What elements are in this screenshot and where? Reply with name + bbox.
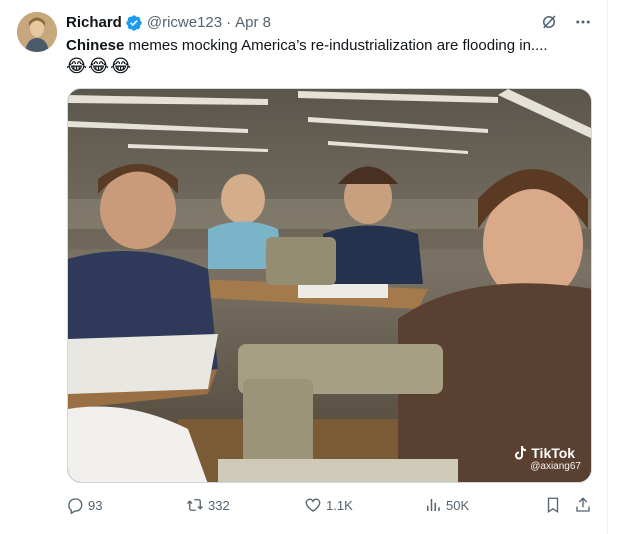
tweet-text-bold[interactable]: Chinese (66, 37, 124, 54)
views-button[interactable]: 50K (424, 496, 469, 514)
share-icon (574, 496, 592, 514)
tweet-text: Chinese memes mocking America’s re-indus… (66, 36, 596, 56)
reply-icon (66, 496, 84, 514)
share-button[interactable] (574, 496, 592, 514)
tiktok-user: @axiang67 (530, 461, 581, 472)
tweet-emojis: 😂😂😂 (66, 56, 133, 76)
like-count: 1.1K (326, 497, 353, 513)
reply-count: 93 (88, 497, 103, 513)
action-bar: 93 332 1.1K 50K (66, 494, 594, 516)
repost-icon (186, 496, 204, 514)
like-icon (304, 496, 322, 514)
user-handle[interactable]: @ricwe123 (147, 13, 222, 33)
verified-badge-icon (125, 14, 143, 32)
separator: · (226, 14, 232, 31)
grok-icon[interactable] (539, 12, 559, 32)
display-name[interactable]: Richard (66, 13, 122, 33)
tweet-media[interactable]: TikTok @axiang67 (67, 88, 592, 483)
more-icon[interactable] (573, 12, 593, 32)
tweet[interactable]: Richard @ricwe123 · Apr 8 Chinese memes … (0, 0, 608, 534)
like-button[interactable]: 1.1K (304, 496, 353, 514)
tiktok-watermark: TikTok @axiang67 (514, 445, 581, 472)
bookmark-icon (544, 496, 562, 514)
tiktok-brand: TikTok (531, 445, 576, 461)
tweet-text-rest: memes mocking America’s re-industrializa… (124, 37, 548, 54)
repost-count: 332 (208, 497, 230, 513)
repost-button[interactable]: 332 (186, 496, 230, 514)
views-count: 50K (446, 497, 470, 513)
factory-photo (68, 89, 591, 482)
bookmark-button[interactable] (544, 496, 562, 514)
avatar[interactable] (17, 12, 57, 52)
views-icon (424, 496, 442, 514)
tiktok-icon (514, 446, 527, 460)
post-date[interactable]: Apr 8 (235, 13, 271, 33)
reply-button[interactable]: 93 (66, 496, 102, 514)
